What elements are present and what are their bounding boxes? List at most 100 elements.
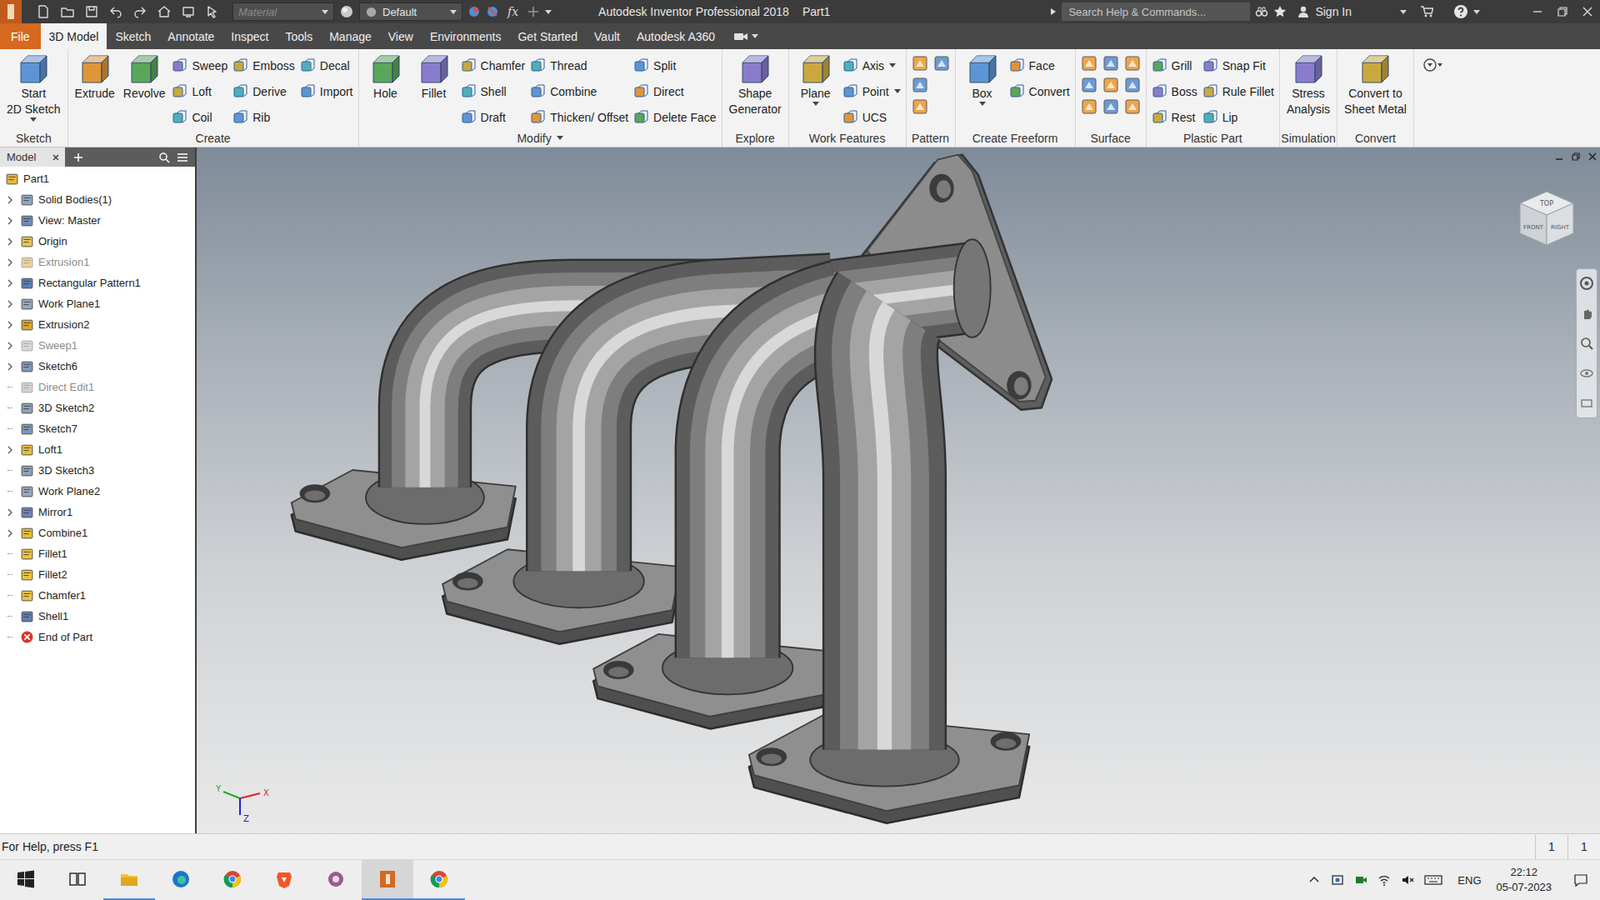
tool-icon[interactable] (1102, 55, 1120, 72)
sign-in-button[interactable]: Sign In (1296, 5, 1352, 19)
small-tool-button[interactable]: Shell (460, 79, 526, 104)
tree-item[interactable]: Fillet1 (0, 543, 195, 565)
adjust-appearance-icon[interactable] (467, 5, 481, 19)
small-tool-button[interactable]: Chamfer (460, 53, 526, 78)
expand-arrow-icon[interactable] (6, 528, 14, 539)
restore-icon[interactable] (1550, 0, 1575, 24)
quick-access-icon[interactable] (205, 5, 220, 19)
small-tool-button[interactable]: Boss (1151, 79, 1198, 104)
tool-icon[interactable] (911, 55, 929, 72)
show-hidden-icons-icon[interactable] (1307, 873, 1321, 887)
small-tool-button[interactable]: Axis (842, 53, 901, 78)
tree-item[interactable]: Loft1 (0, 439, 195, 460)
small-tool-button[interactable]: Derive (232, 79, 295, 104)
ribbon-tab[interactable]: Tools (277, 23, 322, 50)
tool-icon[interactable] (911, 76, 929, 94)
look-at-icon[interactable] (1579, 395, 1595, 411)
close-icon[interactable] (1575, 0, 1600, 24)
minimize-icon[interactable] (1525, 0, 1550, 24)
expand-arrow-icon[interactable] (6, 320, 14, 330)
expand-arrow-icon[interactable] (6, 340, 14, 351)
3d-viewport[interactable]: TOPFRONTRIGHTXYZ (196, 147, 1600, 834)
ribbon-tab[interactable]: 3D Model (40, 23, 108, 50)
small-tool-button[interactable]: Split (633, 53, 716, 78)
taskbar-app[interactable] (206, 860, 259, 900)
ribbon-tab[interactable]: File (0, 23, 41, 50)
tree-item[interactable]: Direct Edit1 (0, 376, 195, 398)
tree-item[interactable]: 3D Sketch2 (0, 397, 195, 419)
tree-item[interactable]: Mirror1 (0, 501, 195, 523)
small-tool-button[interactable]: Emboss (232, 53, 295, 78)
tree-item[interactable]: Extrusion1 (0, 251, 195, 273)
keyboard-icon[interactable] (1424, 873, 1443, 887)
taskbar-app[interactable] (258, 860, 310, 900)
help-icon[interactable] (1453, 4, 1469, 20)
small-tool-button[interactable]: Lip (1202, 105, 1275, 130)
tree-item[interactable]: Work Plane2 (0, 480, 195, 502)
small-tool-button[interactable]: Rib (232, 105, 295, 130)
small-tool-button[interactable]: Decal (300, 53, 354, 78)
tool-icon[interactable] (1124, 98, 1141, 115)
large-tool-button[interactable]: Convert toSheet Metal (1342, 52, 1409, 118)
tree-item[interactable]: Solid Bodies(1) (0, 189, 195, 210)
quick-access-icon[interactable] (133, 5, 147, 19)
pan-icon[interactable] (1579, 305, 1595, 321)
inventor-logo-icon[interactable] (0, 0, 22, 24)
tree-item[interactable]: View: Master (0, 210, 195, 231)
tree-item[interactable]: Fillet2 (0, 564, 195, 585)
tray-app-icon[interactable] (1330, 873, 1345, 887)
panel-dropdown-icon[interactable] (556, 135, 564, 140)
small-tool-button[interactable]: Direct (633, 79, 716, 104)
small-tool-button[interactable]: Sweep (171, 53, 228, 78)
model-tab[interactable]: Model (0, 147, 65, 167)
color-sphere-icon[interactable] (339, 4, 355, 20)
doc-restore-icon[interactable] (1570, 150, 1582, 163)
start-button[interactable] (0, 860, 52, 900)
menu-icon[interactable] (176, 151, 189, 164)
parameters-button[interactable]: fx (504, 5, 522, 19)
ribbon-tab[interactable]: View (380, 23, 422, 50)
large-tool-button[interactable]: StressAnalysis (1285, 52, 1332, 118)
ribbon-tab[interactable]: Manage (320, 23, 380, 50)
small-tool-button[interactable]: Thicken/ Offset (530, 105, 629, 130)
tree-item[interactable]: 3D Sketch3 (0, 460, 195, 481)
large-tool-button[interactable]: Revolve (121, 52, 168, 102)
large-tool-button[interactable]: Hole (364, 52, 408, 102)
tree-item[interactable]: Origin (0, 230, 195, 252)
small-tool-button[interactable]: Point (842, 79, 901, 104)
tree-item[interactable]: Shell1 (0, 605, 195, 627)
expand-arrow-icon[interactable] (6, 236, 14, 247)
tool-icon[interactable] (1080, 98, 1098, 115)
taskbar-app[interactable] (413, 860, 465, 900)
quick-access-icon[interactable] (157, 5, 171, 19)
expand-arrow-icon[interactable] (6, 507, 14, 518)
taskbar-app[interactable] (310, 860, 362, 900)
cart-icon[interactable] (1420, 5, 1434, 19)
small-tool-button[interactable]: Loft (171, 79, 228, 104)
zoom-icon[interactable] (1579, 335, 1595, 351)
expand-arrow-icon[interactable] (6, 278, 14, 289)
expand-arrow-icon[interactable] (6, 215, 14, 226)
doc-minimize-icon[interactable] (1553, 150, 1565, 163)
tree-item[interactable]: Part1 (0, 168, 195, 190)
taskbar-app[interactable] (361, 860, 414, 900)
large-tool-button[interactable]: ShapeGenerator (727, 52, 784, 118)
appearance-dropdown[interactable]: Default (359, 2, 463, 21)
volume-muted-icon[interactable] (1400, 873, 1415, 887)
tool-icon[interactable] (933, 55, 950, 72)
quick-access-icon[interactable] (36, 5, 50, 19)
large-tool-button[interactable]: Plane (794, 52, 838, 106)
small-tool-button[interactable]: Import (300, 79, 354, 104)
small-tool-button[interactable]: Draft (460, 105, 526, 130)
notifications-icon[interactable] (1573, 872, 1589, 888)
tool-icon[interactable] (1080, 76, 1098, 94)
tool-icon[interactable] (1080, 55, 1098, 72)
steering-wheel-icon[interactable] (1579, 275, 1595, 291)
tree-item[interactable]: Sweep1 (0, 335, 195, 356)
meet-now-icon[interactable] (1354, 873, 1368, 887)
taskbar-app[interactable] (155, 860, 207, 900)
customize-caret-icon[interactable] (545, 10, 552, 15)
large-tool-button[interactable]: Start2D Sketch (5, 52, 63, 122)
tree-item[interactable]: Extrusion2 (0, 314, 195, 335)
tree-item[interactable]: Sketch7 (0, 418, 195, 440)
